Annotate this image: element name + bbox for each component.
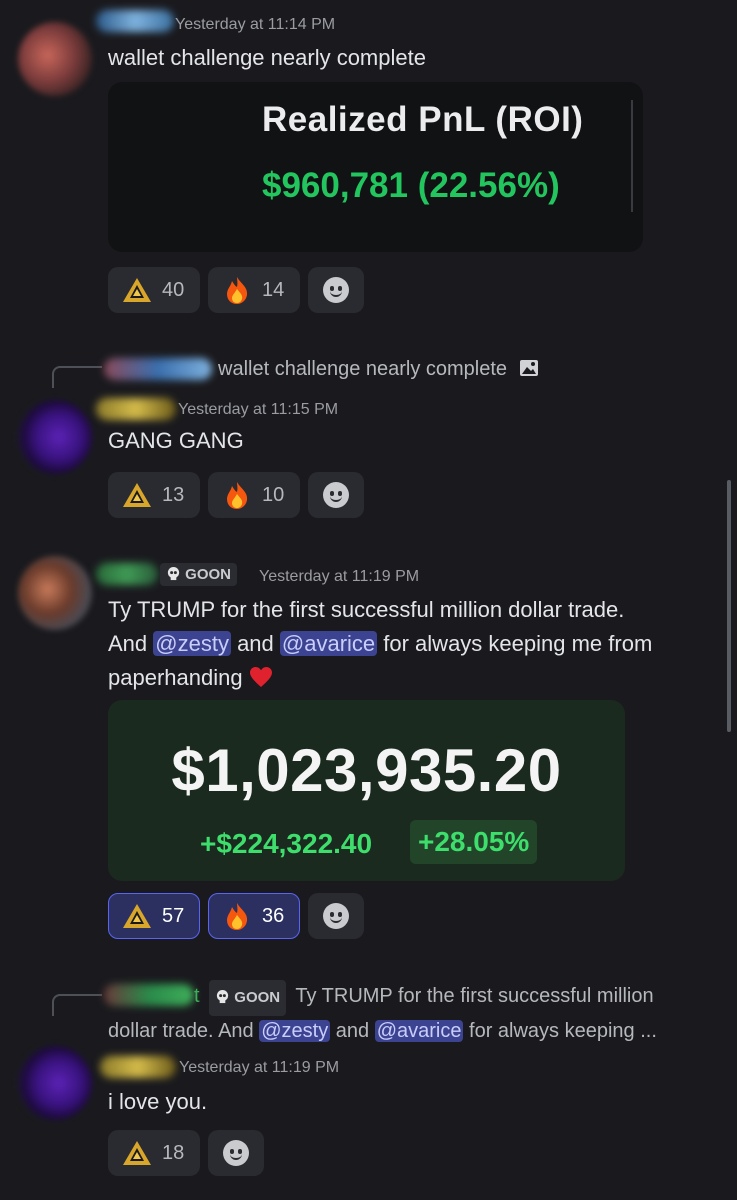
timestamp: Yesterday at 11:15 PM	[178, 401, 339, 418]
message-image[interactable]: Realized PnL (ROI) $960,781 (22.56%)	[108, 82, 643, 252]
reaction-bar: 57 36	[108, 893, 364, 939]
reply-username[interactable]	[104, 358, 212, 380]
fire-icon	[222, 275, 252, 305]
mention[interactable]: @zesty	[259, 1020, 331, 1042]
message-text: wallet challenge nearly complete	[108, 45, 426, 70]
mention[interactable]: @avarice	[279, 631, 378, 656]
message-image[interactable]: $1,023,935.20 +$224,322.40 +28.05%	[108, 700, 625, 881]
text-fragment: for always keeping ...	[463, 1020, 657, 1042]
message-text: Ty TRUMP for the first successful millio…	[108, 593, 718, 695]
reaction-fire[interactable]: 14	[208, 267, 300, 313]
reaction-count: 36	[262, 904, 285, 927]
reaction-pyramid[interactable]: 13	[108, 472, 200, 518]
text-fragment: And	[108, 631, 154, 656]
add-reaction-button[interactable]	[308, 267, 364, 313]
image-icon	[519, 360, 538, 376]
reply-name-tail: t	[194, 985, 200, 1007]
role-badge: GOON	[209, 980, 287, 1016]
timestamp: Yesterday at 11:19 PM	[259, 568, 420, 585]
reaction-count: 40	[162, 278, 185, 301]
smiley-icon	[323, 903, 349, 929]
pnl-value: $960,781 (22.56%)	[262, 166, 560, 205]
message-line: Ty TRUMP for the first successful millio…	[108, 597, 625, 622]
reply-preview[interactable]: wallet challenge nearly complete	[218, 354, 539, 384]
message-text: i love you.	[108, 1089, 208, 1114]
username[interactable]	[96, 10, 174, 32]
role-badge[interactable]: GOON	[160, 563, 238, 586]
reaction-bar: 13 10	[108, 472, 364, 518]
message-text: GANG GANG	[108, 428, 244, 453]
badge-label: GOON	[185, 566, 232, 583]
reaction-count: 18	[162, 1141, 185, 1164]
divider	[631, 100, 633, 212]
username[interactable]	[96, 398, 176, 420]
avatar[interactable]	[18, 22, 92, 96]
reply-connector	[52, 366, 102, 388]
timestamp: Yesterday at 11:14 PM	[175, 16, 336, 33]
mention[interactable]: @zesty	[153, 631, 231, 656]
mention[interactable]: @avarice	[374, 1020, 464, 1042]
reaction-bar: 18	[108, 1130, 264, 1176]
balance-value: $1,023,935.20	[171, 737, 562, 804]
reaction-count: 10	[262, 483, 285, 506]
skull-icon	[166, 566, 181, 581]
reaction-fire[interactable]: 10	[208, 472, 300, 518]
pyramid-icon	[122, 1140, 152, 1166]
reaction-count: 14	[262, 278, 285, 301]
reaction-pyramid[interactable]: 18	[108, 1130, 200, 1176]
username[interactable]	[96, 563, 158, 585]
timestamp: Yesterday at 11:19 PM	[179, 1059, 340, 1076]
reply-line-1: t GOON Ty TRUMP for the first successful…	[108, 980, 718, 1016]
smiley-icon	[323, 482, 349, 508]
reply-preview[interactable]: t GOON Ty TRUMP for the first successful…	[108, 980, 718, 1046]
avatar[interactable]	[18, 1046, 92, 1120]
reaction-fire[interactable]: 36	[208, 893, 300, 939]
skull-icon	[215, 989, 230, 1004]
add-reaction-button[interactable]	[308, 472, 364, 518]
pyramid-icon	[122, 903, 152, 929]
username[interactable]	[100, 1056, 176, 1078]
add-reaction-button[interactable]	[208, 1130, 264, 1176]
text-fragment: and	[230, 631, 280, 656]
smiley-icon	[323, 277, 349, 303]
reaction-count: 13	[162, 483, 185, 506]
text-fragment: paperhanding	[108, 665, 249, 690]
smiley-icon	[223, 1140, 249, 1166]
add-reaction-button[interactable]	[308, 893, 364, 939]
fire-icon	[222, 480, 252, 510]
pyramid-icon	[122, 277, 152, 303]
reply-line-2: dollar trade. And @zesty and @avarice fo…	[108, 1016, 718, 1046]
avatar[interactable]	[18, 556, 92, 630]
message-line: paperhanding	[108, 661, 718, 695]
reaction-count: 57	[162, 904, 185, 927]
badge-label: GOON	[234, 989, 281, 1006]
reaction-bar: 40 14	[108, 267, 364, 313]
heart-icon	[249, 666, 273, 688]
pnl-title: Realized PnL (ROI)	[262, 100, 584, 139]
fire-icon	[222, 901, 252, 931]
reaction-pyramid[interactable]: 57	[108, 893, 200, 939]
avatar[interactable]	[18, 400, 92, 474]
reply-preview-text: wallet challenge nearly complete	[218, 358, 508, 380]
reaction-pyramid[interactable]: 40	[108, 267, 200, 313]
scrollbar[interactable]	[727, 480, 731, 732]
reply-connector	[52, 994, 102, 1016]
reply-preview-text: Ty TRUMP for the first successful millio…	[295, 985, 654, 1007]
pyramid-icon	[122, 482, 152, 508]
percent-badge: +28.05%	[410, 820, 538, 864]
delta-value: +$224,322.40	[200, 828, 373, 859]
text-fragment: and	[330, 1020, 375, 1042]
text-fragment: dollar trade. And	[108, 1020, 260, 1042]
message-line: And @zesty and @avarice for always keepi…	[108, 627, 718, 661]
text-fragment: for always keeping me from	[377, 631, 653, 656]
